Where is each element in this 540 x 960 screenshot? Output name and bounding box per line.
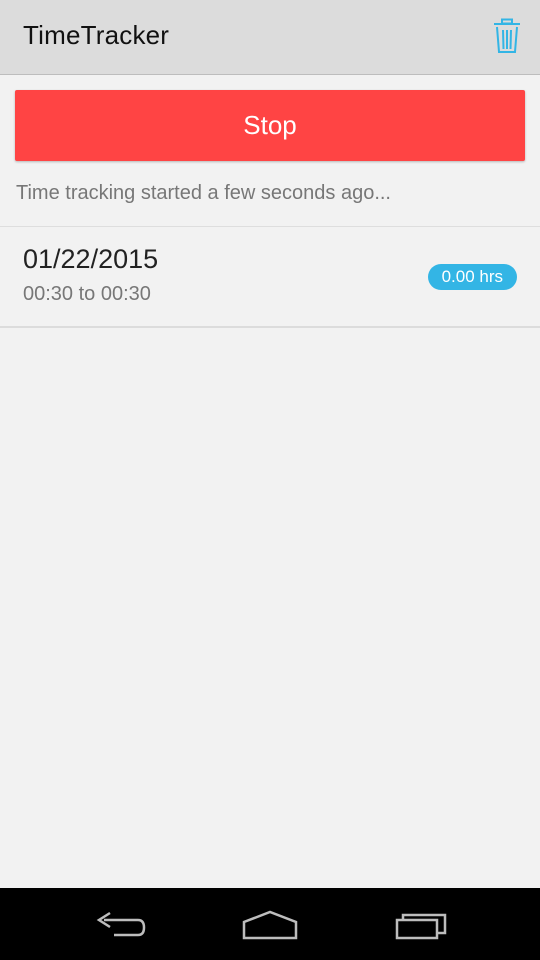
tracking-status-text: Time tracking started a few seconds ago.… [16,182,391,204]
time-entry-row[interactable]: 01/22/2015 00:30 to 00:30 0.00 hrs [0,227,540,328]
home-icon[interactable] [240,908,300,942]
app-bar: TimeTracker [0,0,540,75]
trash-icon[interactable] [492,18,522,54]
system-nav-bar [0,888,540,960]
entry-date: 01/22/2015 [23,244,159,274]
hours-badge: 0.00 hrs [427,264,517,290]
time-entry-list: 01/22/2015 00:30 to 00:30 0.00 hrs [0,226,540,328]
stop-button[interactable]: Stop [15,90,525,161]
recents-icon[interactable] [392,908,452,942]
back-icon[interactable] [90,908,150,942]
entry-time-range: 00:30 to 00:30 [23,283,151,305]
app-title: TimeTracker [23,20,170,50]
